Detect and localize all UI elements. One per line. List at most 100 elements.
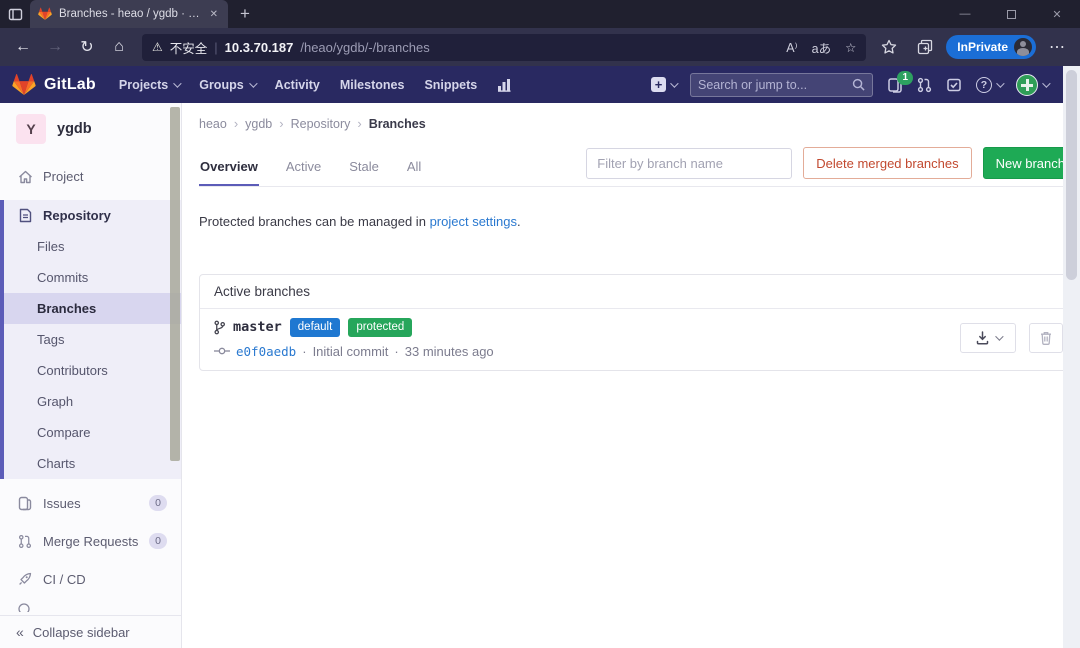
search-input[interactable]	[698, 78, 846, 92]
collections-icon[interactable]	[910, 32, 940, 62]
sidebar-item-charts[interactable]: Charts	[4, 448, 181, 479]
tab-close-icon[interactable]: ✕	[208, 9, 220, 20]
url-field[interactable]: ⚠ 不安全 | 10.3.70.187 /heao/ygdb/-/branche…	[142, 34, 866, 61]
chevron-down-icon	[996, 79, 1004, 87]
collapse-sidebar-button[interactable]: « Collapse sidebar	[0, 615, 181, 648]
tab-overview[interactable]: Overview	[199, 151, 259, 186]
home-icon	[17, 170, 33, 184]
window-minimize-button[interactable]: —	[942, 0, 988, 28]
panel-title: Active branches	[200, 275, 1077, 309]
branch-name-link[interactable]: master	[233, 319, 282, 335]
home-icon[interactable]: ⌂	[104, 32, 134, 62]
delete-branch-button[interactable]	[1029, 323, 1063, 353]
todos-icon[interactable]	[946, 77, 962, 93]
sidebar-item-files[interactable]: Files	[4, 231, 181, 262]
browser-window: Branches - heao / ygdb · GitLab ✕ + — ✕ …	[0, 0, 1080, 648]
browser-tab[interactable]: Branches - heao / ygdb · GitLab ✕	[30, 0, 228, 28]
add-favorite-icon[interactable]: ☆	[845, 40, 856, 55]
commit-hash-link[interactable]: e0f0aedb	[236, 344, 296, 359]
not-secure-warning-icon[interactable]: ⚠	[152, 40, 163, 54]
sidebar-item-commits[interactable]: Commits	[4, 262, 181, 293]
sidebar-item-graph[interactable]: Graph	[4, 386, 181, 417]
breadcrumb-heao[interactable]: heao	[199, 117, 227, 131]
chevron-down-icon	[173, 79, 181, 87]
nav-groups[interactable]: Groups	[190, 78, 263, 92]
translate-icon[interactable]: aあ	[812, 38, 831, 57]
sidebar-item-repository[interactable]: Repository	[4, 200, 181, 231]
user-menu[interactable]	[1016, 74, 1048, 96]
gitlab-favicon-icon	[38, 7, 52, 21]
favorites-icon[interactable]	[874, 32, 904, 62]
help-icon: ?	[976, 77, 992, 93]
nav-snippets[interactable]: Snippets	[415, 78, 486, 92]
project-settings-link[interactable]: project settings	[430, 214, 517, 229]
default-badge: default	[290, 318, 341, 337]
tab-all[interactable]: All	[406, 151, 422, 186]
trash-icon	[1040, 331, 1052, 345]
nav-milestones[interactable]: Milestones	[331, 78, 414, 92]
window-close-button[interactable]: ✕	[1034, 0, 1080, 28]
browser-tab-strip: Branches - heao / ygdb · GitLab ✕ + — ✕	[0, 0, 1080, 28]
search-icon	[852, 78, 865, 91]
window-maximize-button[interactable]	[988, 0, 1034, 28]
protected-badge: protected	[348, 318, 412, 337]
new-dropdown-button[interactable]: +	[651, 77, 676, 92]
branch-tabs: Overview Active Stale All	[199, 151, 422, 186]
chevron-down-icon	[995, 333, 1003, 341]
sidebar-item-merge-requests[interactable]: Merge Requests 0	[0, 522, 181, 560]
project-name: ygdb	[57, 121, 92, 137]
not-secure-label[interactable]: 不安全	[170, 38, 208, 57]
sidebar-item-tags[interactable]: Tags	[4, 324, 181, 355]
nav-activity[interactable]: Activity	[266, 78, 329, 92]
breadcrumb-repository[interactable]: Repository	[291, 117, 351, 131]
vertical-tabs-icon[interactable]	[0, 0, 30, 28]
issues-icon[interactable]: 1	[887, 77, 903, 93]
read-aloud-icon[interactable]: A⁾	[786, 40, 797, 55]
page-scrollbar-thumb[interactable]	[1066, 70, 1077, 280]
sidebar-item-issues[interactable]: Issues 0	[0, 484, 181, 522]
page-scrollbar[interactable]	[1063, 66, 1080, 648]
issues-count-pill: 0	[149, 495, 167, 511]
main-content: heao › ygdb › Repository › Branches Over…	[182, 103, 1080, 648]
new-tab-button[interactable]: +	[228, 4, 262, 24]
sidebar-item-branches[interactable]: Branches	[4, 293, 181, 324]
merge-request-icon	[17, 534, 33, 549]
download-branch-button[interactable]	[960, 323, 1016, 353]
settings-icon	[17, 600, 31, 612]
breadcrumb-separator: ›	[234, 116, 238, 131]
global-search[interactable]	[690, 73, 873, 97]
branch-icon	[214, 320, 225, 335]
tab-active[interactable]: Active	[285, 151, 322, 186]
inprivate-label: InPrivate	[957, 40, 1008, 54]
gitlab-logo[interactable]: GitLab	[12, 73, 96, 97]
protected-branches-note: Protected branches can be managed in pro…	[199, 214, 1078, 229]
sidebar-item-compare[interactable]: Compare	[4, 417, 181, 448]
browser-menu-icon[interactable]: ⋯	[1042, 32, 1072, 62]
inprivate-badge[interactable]: InPrivate	[946, 35, 1036, 59]
back-icon[interactable]: ←	[8, 32, 38, 62]
sidebar-item-cicd[interactable]: CI / CD	[0, 560, 181, 598]
sidebar-item-label: Issues	[43, 496, 81, 511]
merge-requests-icon[interactable]	[917, 77, 932, 93]
delete-merged-branches-button[interactable]: Delete merged branches	[803, 147, 971, 179]
branch-filter-input[interactable]	[586, 148, 792, 179]
sidebar-section-repository: Repository Files Commits Branches Tags C…	[0, 200, 181, 479]
sidebar-item-label: Project	[43, 169, 83, 184]
sidebar-scrollbar-thumb[interactable]	[170, 107, 180, 461]
project-header[interactable]: Y ygdb	[0, 103, 181, 157]
sidebar-item-project[interactable]: Project	[0, 161, 181, 192]
dot-separator: ·	[394, 344, 398, 359]
breadcrumb-ygdb[interactable]: ygdb	[245, 117, 272, 131]
help-menu[interactable]: ?	[976, 77, 1002, 93]
url-path: /heao/ygdb/-/branches	[300, 40, 429, 55]
refresh-icon[interactable]: ↻	[72, 32, 102, 62]
gitlab-tanuki-icon	[12, 73, 36, 97]
sidebar-item-contributors[interactable]: Contributors	[4, 355, 181, 386]
nav-projects[interactable]: Projects	[110, 78, 188, 92]
chart-icon[interactable]	[488, 78, 521, 92]
breadcrumb: heao › ygdb › Repository › Branches	[199, 103, 1078, 141]
gitlab-navbar: GitLab Projects Groups Activity Mileston…	[0, 66, 1080, 103]
tab-stale[interactable]: Stale	[348, 151, 380, 186]
sidebar-item-partial[interactable]	[0, 598, 181, 612]
commit-time: 33 minutes ago	[405, 344, 494, 359]
